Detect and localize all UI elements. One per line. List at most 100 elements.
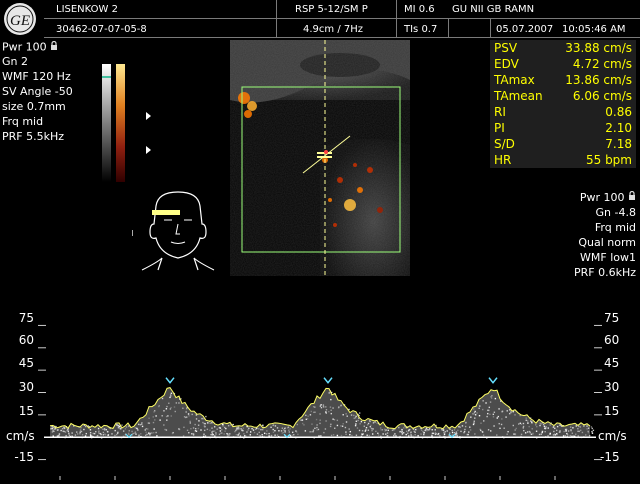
spectral-speckle [118, 425, 121, 428]
spectral-speckle [334, 427, 336, 429]
spectral-speckle [443, 433, 446, 436]
spectral-speckle [458, 426, 460, 428]
spectral-speckle [67, 429, 69, 431]
spectral-speckle [117, 427, 120, 429]
measure-label: TAmean [494, 89, 543, 103]
tick-label-right: 75 [604, 311, 620, 325]
spectral-speckle [542, 423, 545, 426]
spectral-speckle [167, 415, 169, 417]
spectral-speckle [232, 423, 234, 426]
spectral-speckle [147, 433, 149, 436]
spectral-speckle [365, 428, 368, 430]
spectral-speckle [319, 419, 321, 421]
spectral-speckle [249, 431, 252, 433]
spectral-speckle [565, 428, 568, 431]
psv-marker [323, 377, 333, 384]
spectral-speckle [355, 420, 358, 422]
spectral-speckle [332, 418, 334, 420]
spectral-speckle [147, 428, 149, 430]
spectral-speckle [577, 428, 579, 430]
spectral-speckle [503, 427, 505, 429]
spectral-speckle [358, 429, 361, 432]
spectral-speckle [207, 422, 209, 424]
spectral-speckle [139, 424, 142, 426]
spectral-speckle [377, 434, 380, 436]
measure-value: 7.18 [605, 137, 632, 151]
spectral-speckle [256, 433, 259, 435]
color-map-bar [116, 64, 125, 182]
spectral-speckle [394, 433, 396, 435]
spectral-speckle [164, 428, 166, 431]
spectral-speckle [424, 429, 426, 432]
spectral-speckle [255, 428, 257, 430]
param-sample-size: size 0.7mm [2, 100, 66, 113]
rparam-power-text: Pwr 100 [579, 191, 625, 204]
spectral-speckle [579, 426, 581, 428]
spectral-speckle [188, 415, 190, 417]
spectral-speckle [163, 424, 165, 426]
spectral-speckle [106, 430, 109, 433]
spectral-speckle [591, 432, 594, 434]
spectral-speckle [316, 429, 318, 431]
spectral-speckle [508, 412, 511, 415]
spectral-speckle [79, 431, 81, 433]
spectral-speckle [314, 427, 316, 430]
spectral-speckle [215, 432, 217, 434]
spectral-speckle [147, 422, 150, 424]
spectral-speckle [102, 434, 105, 436]
spectral-speckle [528, 425, 530, 428]
spectral-speckle [212, 433, 215, 436]
spectral-speckle [311, 431, 313, 433]
spectral-speckle [246, 431, 249, 433]
spectral-speckle [410, 431, 412, 434]
head-pictogram [128, 188, 228, 274]
spectral-speckle [385, 429, 387, 431]
spectral-speckle [485, 402, 487, 404]
spectral-speckle [203, 425, 206, 427]
spectral-speckle [262, 424, 264, 427]
spectral-speckle [530, 420, 532, 422]
spectral-speckle [354, 417, 357, 419]
spectral-speckle [451, 429, 453, 432]
spectral-speckle [482, 434, 485, 436]
spectral-speckle [461, 425, 464, 427]
spectral-speckle [494, 397, 497, 400]
spectral-speckle [365, 426, 368, 429]
spectral-speckle [380, 429, 382, 431]
ultrasound-image[interactable]: GE [230, 40, 410, 276]
spectral-speckle [320, 435, 322, 437]
exam-date: 05.07.2007 [496, 24, 554, 35]
measurement-panel: PSV 33.88 cm/s EDV 4.72 cm/s TAmax 13.86 cm… [490, 40, 636, 168]
param-frequency: Frq mid [2, 115, 44, 128]
spectral-speckle [555, 429, 558, 432]
spectral-speckle [312, 429, 315, 431]
spectral-speckle [586, 425, 589, 427]
spectral-speckle [385, 433, 387, 435]
spectral-speckle [538, 433, 541, 436]
spectral-speckle [276, 427, 279, 429]
spectral-speckle [138, 434, 140, 436]
spectral-speckle [76, 433, 79, 435]
spectral-speckle [368, 434, 371, 437]
spectral-speckle [107, 434, 110, 436]
lock-icon [628, 190, 636, 205]
measure-label: TAmax [494, 73, 535, 87]
spectral-speckle [319, 413, 321, 415]
spectral-speckle [192, 427, 195, 429]
rparam-power: Pwr 100 [579, 190, 636, 205]
spectral-speckle [473, 411, 476, 414]
spectral-speckle [535, 430, 538, 432]
spectral-speckle [265, 433, 268, 435]
spectral-speckle [330, 412, 333, 415]
spectral-speckle [345, 431, 347, 433]
spectral-speckle [195, 430, 198, 432]
spectral-speckle [281, 432, 283, 434]
spectral-speckle [434, 429, 436, 431]
spectral-speckle [195, 418, 198, 420]
spectral-speckle [577, 430, 579, 433]
spectral-speckle [431, 429, 433, 431]
spectral-speckle [215, 433, 217, 436]
spectral-speckle [322, 405, 325, 407]
spectral-speckle [319, 422, 321, 425]
doppler-spectrum[interactable] [0, 300, 640, 480]
